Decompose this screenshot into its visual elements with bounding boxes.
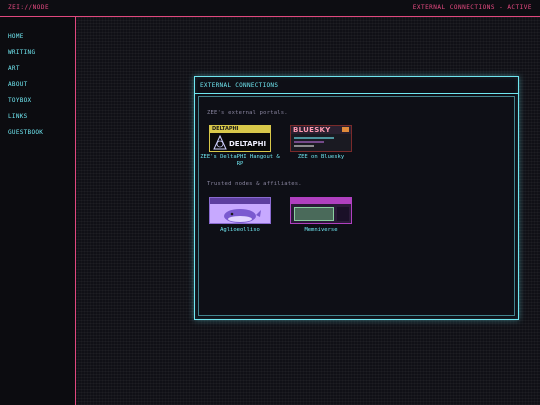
bluesky-logo-text: BLUESKY (293, 126, 331, 134)
bluesky-caption[interactable]: ZEE on Bluesky (281, 154, 361, 161)
affiliates-heading: Trusted nodes & affiliates. (207, 181, 302, 187)
window-content: ZEE's external portals. DELTAPHI DELTAPH… (198, 96, 515, 316)
memniverse-side-panel (337, 207, 349, 221)
memniverse-caption[interactable]: Memniverse (281, 227, 361, 234)
status-text: EXTERNAL CONNECTIONS - ACTIVE (412, 4, 532, 11)
window-title: EXTERNAL CONNECTIONS (200, 82, 279, 89)
memniverse-button-icon (294, 207, 334, 221)
deltaphi-logo-text: DELTAPHI (229, 140, 267, 148)
sidebar-item-writing[interactable]: WRITING (8, 49, 35, 56)
sidebar: HOME WRITING ART ABOUT TOYBOX LINKS GUES… (0, 17, 76, 405)
whale-button-icon (224, 209, 261, 223)
sidebar-item-links[interactable]: LINKS (8, 113, 28, 120)
bluesky-detail-line (294, 137, 334, 139)
deltaphi-button[interactable]: DELTAPHI DELTAPHI (209, 125, 271, 152)
deltaphi-banner-text: DELTAPHI (212, 126, 239, 132)
deltaphi-caption[interactable]: ZEE's DeltaPHI Hangout & RP (200, 154, 280, 168)
sidebar-item-art[interactable]: ART (8, 65, 20, 72)
aglioeolliso-caption[interactable]: Aglioeolliso (200, 227, 280, 234)
aglioeolliso-button[interactable] (209, 197, 271, 224)
sidebar-item-about[interactable]: ABOUT (8, 81, 28, 88)
external-connections-window: EXTERNAL CONNECTIONS ZEE's external port… (194, 76, 519, 320)
bluesky-detail-line (294, 141, 324, 143)
bluesky-button-header: BLUESKY (291, 126, 351, 134)
intro-text: ZEE's external portals. (207, 110, 288, 116)
top-bar: ZEI://NODE EXTERNAL CONNECTIONS - ACTIVE (0, 0, 540, 17)
sidebar-item-toybox[interactable]: TOYBOX (8, 97, 31, 104)
window-title-bar: EXTERNAL CONNECTIONS (195, 77, 518, 94)
bluesky-button[interactable]: BLUESKY (290, 125, 352, 152)
sidebar-item-home[interactable]: HOME (8, 33, 24, 40)
bluesky-button-icon (342, 127, 349, 132)
memniverse-banner (291, 198, 351, 204)
bluesky-detail-line (294, 145, 314, 147)
sidebar-item-guestbook[interactable]: GUESTBOOK (8, 129, 43, 136)
site-name[interactable]: ZEI://NODE (8, 4, 49, 11)
deltaphi-banner: DELTAPHI (210, 126, 270, 133)
memniverse-button[interactable] (290, 197, 352, 224)
deltaphi-sigil-icon (213, 135, 227, 150)
